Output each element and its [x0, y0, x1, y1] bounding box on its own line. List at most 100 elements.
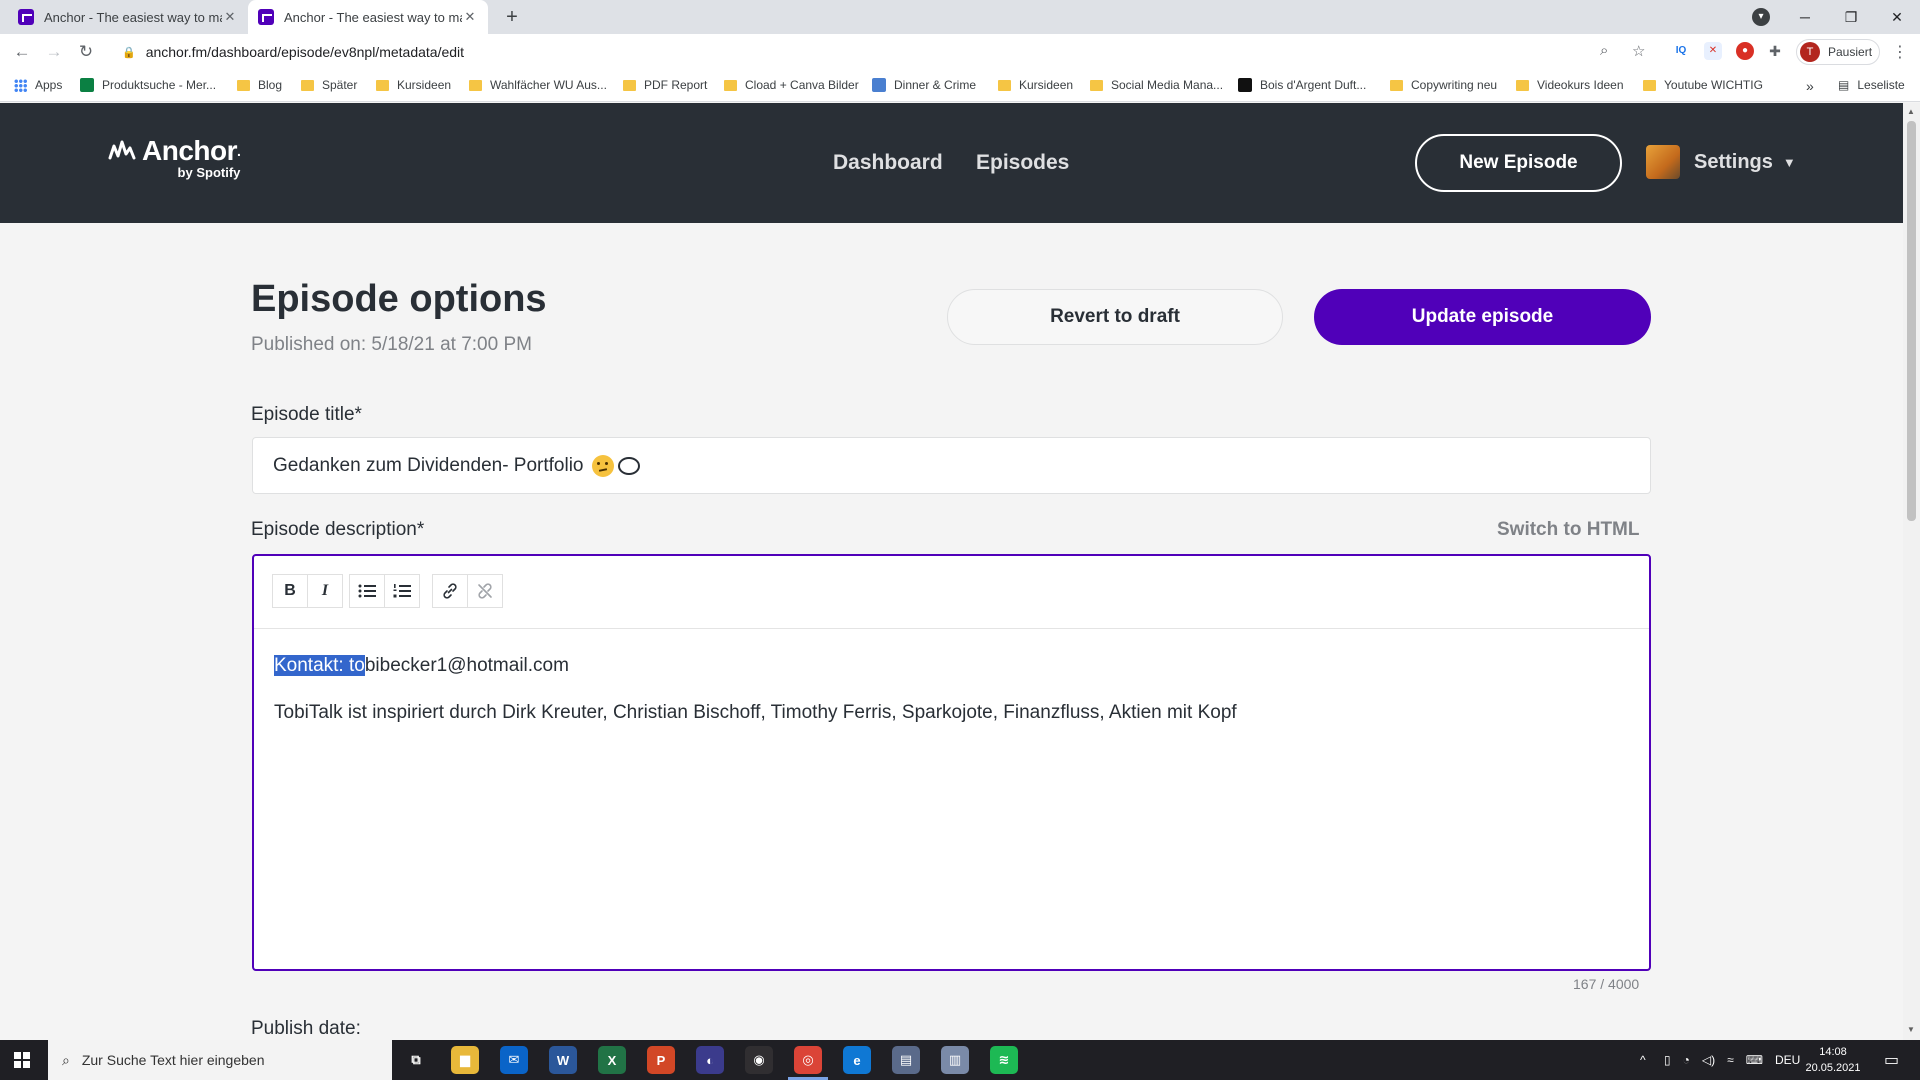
description-editor[interactable]: B I Kontakt: tobibecker1@hotmail.com Tob… [252, 554, 1651, 971]
bookmark-folder[interactable]: Wahlfächer WU Aus... [469, 78, 607, 92]
episode-title-input[interactable]: Gedanken zum Dividenden- Portfolio [252, 437, 1651, 494]
selected-text: Kontakt: to [274, 655, 365, 676]
app-doc-icon[interactable]: ▥ [941, 1046, 969, 1074]
bullet-list-button[interactable] [349, 574, 385, 608]
bookmark-item[interactable]: Dinner & Crime [872, 78, 976, 92]
obs-icon[interactable]: ◉ [745, 1046, 773, 1074]
folder-icon [1516, 79, 1529, 91]
scroll-thumb[interactable] [1907, 121, 1916, 521]
windows-start-icon[interactable] [14, 1052, 30, 1068]
remove-link-button[interactable] [467, 574, 503, 608]
excel-icon[interactable]: X [598, 1046, 626, 1074]
bookmark-folder[interactable]: Cload + Canva Bilder [724, 78, 859, 92]
bookmark-folder[interactable]: Blog [237, 78, 282, 92]
update-episode-button[interactable]: Update episode [1314, 289, 1651, 345]
task-view-icon[interactable]: ⧉ [402, 1046, 430, 1074]
browser-tab[interactable]: Anchor - The easiest way to mak ✕ [8, 0, 248, 34]
minimize-button[interactable]: ─ [1782, 0, 1828, 34]
insert-link-button[interactable] [432, 574, 468, 608]
extension-icon[interactable]: ✕ [1704, 42, 1722, 60]
notification-icon[interactable]: ▭ [1884, 1040, 1899, 1080]
spotify-icon[interactable]: ≋ [990, 1046, 1018, 1074]
bookmarks-more-icon[interactable]: » [1806, 78, 1814, 94]
zoom-icon[interactable]: ⌕ [1600, 42, 1608, 59]
reload-icon[interactable]: ↻ [74, 40, 98, 64]
forward-icon[interactable]: → [42, 40, 66, 64]
bold-button[interactable]: B [272, 574, 308, 608]
app-blue-icon[interactable]: ▤ [892, 1046, 920, 1074]
bookmark-star-icon[interactable]: ☆ [1632, 42, 1645, 60]
folder-icon [237, 79, 250, 91]
adblock-extension-icon[interactable]: ● [1736, 42, 1754, 60]
numbered-list-button[interactable] [384, 574, 420, 608]
tab-close-icon[interactable]: ✕ [462, 9, 478, 25]
bookmark-folder[interactable]: Videokurs Ideen [1516, 78, 1624, 92]
bookmark-item[interactable]: Bois d'Argent Duft... [1238, 78, 1366, 92]
browser-tab-active[interactable]: Anchor - The easiest way to mak ✕ [248, 0, 488, 34]
powerpoint-icon[interactable]: P [647, 1046, 675, 1074]
new-episode-button[interactable]: New Episode [1415, 134, 1622, 192]
avatar: T [1800, 42, 1820, 62]
publish-date-label: Publish date: [251, 1018, 361, 1039]
link-icon [443, 583, 457, 599]
search-icon: ⌕ [62, 1051, 70, 1068]
tray-overflow-icon[interactable]: ^ [1640, 1040, 1646, 1080]
tab-close-icon[interactable]: ✕ [222, 9, 238, 25]
nav-episodes[interactable]: Episodes [976, 151, 1069, 175]
file-explorer-icon[interactable]: ▆ [451, 1046, 479, 1074]
keyboard-icon[interactable]: ⌨ [1746, 1053, 1763, 1067]
bookmarks-bar: Apps Produktsuche - Mer... Blog Später K… [0, 70, 1920, 102]
bookmark-folder[interactable]: Social Media Mana... [1090, 78, 1223, 92]
bookmark-folder[interactable]: PDF Report [623, 78, 707, 92]
anchor-favicon-icon [18, 9, 34, 25]
back-icon[interactable]: ← [10, 40, 34, 64]
switch-to-html-link[interactable]: Switch to HTML [1497, 519, 1639, 541]
tab-search-icon[interactable]: ▾ [1752, 8, 1770, 26]
reading-list[interactable]: ▤ Leseliste [1838, 78, 1905, 92]
chrome-icon[interactable]: ◎ [794, 1046, 822, 1074]
page-scrollbar[interactable]: ▲ ▼ [1903, 103, 1920, 1040]
editor-content[interactable]: Kontakt: tobibecker1@hotmail.com TobiTal… [274, 653, 1629, 747]
network-icon[interactable]: ◔ [1683, 1053, 1690, 1067]
volume-icon[interactable]: ◁) [1702, 1053, 1715, 1067]
bookmark-folder[interactable]: Copywriting neu [1390, 78, 1497, 92]
maximize-button[interactable]: ❐ [1828, 0, 1874, 34]
bookmark-folder[interactable]: Kursideen [376, 78, 451, 92]
thinking-face-icon [591, 454, 614, 477]
close-window-button[interactable]: ✕ [1874, 0, 1920, 34]
page-title: Episode options [251, 278, 547, 320]
published-date: Published on: 5/18/21 at 7:00 PM [251, 334, 532, 355]
italic-button[interactable]: I [307, 574, 343, 608]
site-favicon-icon [872, 78, 886, 92]
profile-status: Pausiert [1828, 45, 1873, 59]
bookmark-folder[interactable]: Youtube WICHTIG [1643, 78, 1763, 92]
anchor-logo[interactable]: Anchor. by Spotify [108, 135, 241, 180]
iq-extension-icon[interactable]: IQ [1672, 42, 1690, 60]
profile-button[interactable]: T Pausiert [1796, 39, 1880, 65]
extensions-puzzle-icon[interactable]: ✚ [1766, 42, 1784, 60]
battery-icon[interactable]: ▯ [1664, 1053, 1671, 1067]
scroll-down-icon[interactable]: ▼ [1907, 1025, 1915, 1034]
revert-to-draft-button[interactable]: Revert to draft [947, 289, 1283, 345]
site-favicon-icon [1238, 78, 1252, 92]
word-icon[interactable]: W [549, 1046, 577, 1074]
taskbar-clock[interactable]: 14:08 20.05.2021 [1788, 1044, 1878, 1076]
new-tab-button[interactable]: + [500, 5, 524, 29]
bookmark-item[interactable]: Produktsuche - Mer... [80, 78, 216, 92]
wifi-icon[interactable]: ≈ [1727, 1053, 1734, 1067]
nav-dashboard[interactable]: Dashboard [833, 151, 943, 175]
bookmark-folder[interactable]: Kursideen [998, 78, 1073, 92]
settings-menu[interactable]: Settings ▼ [1646, 145, 1796, 179]
bookmark-folder[interactable]: Später [301, 78, 357, 92]
mail-icon[interactable]: ✉ [500, 1046, 528, 1074]
episode-description-label: Episode description* [251, 519, 425, 540]
bookmark-apps[interactable]: Apps [14, 78, 62, 92]
edge-icon[interactable]: e [843, 1046, 871, 1074]
tab-title: Anchor - The easiest way to mak [284, 9, 462, 25]
browser-menu-icon[interactable]: ⋮ [1892, 42, 1908, 62]
taskbar-search-input[interactable]: ⌕ Zur Suche Text hier eingeben [48, 1040, 392, 1080]
app-orange-icon[interactable]: ◐ [696, 1046, 724, 1074]
scroll-up-icon[interactable]: ▲ [1907, 107, 1915, 116]
address-bar[interactable]: 🔒 anchor.fm/dashboard/episode/ev8npl/met… [110, 38, 1650, 66]
editor-toolbar: B I [254, 556, 1649, 629]
